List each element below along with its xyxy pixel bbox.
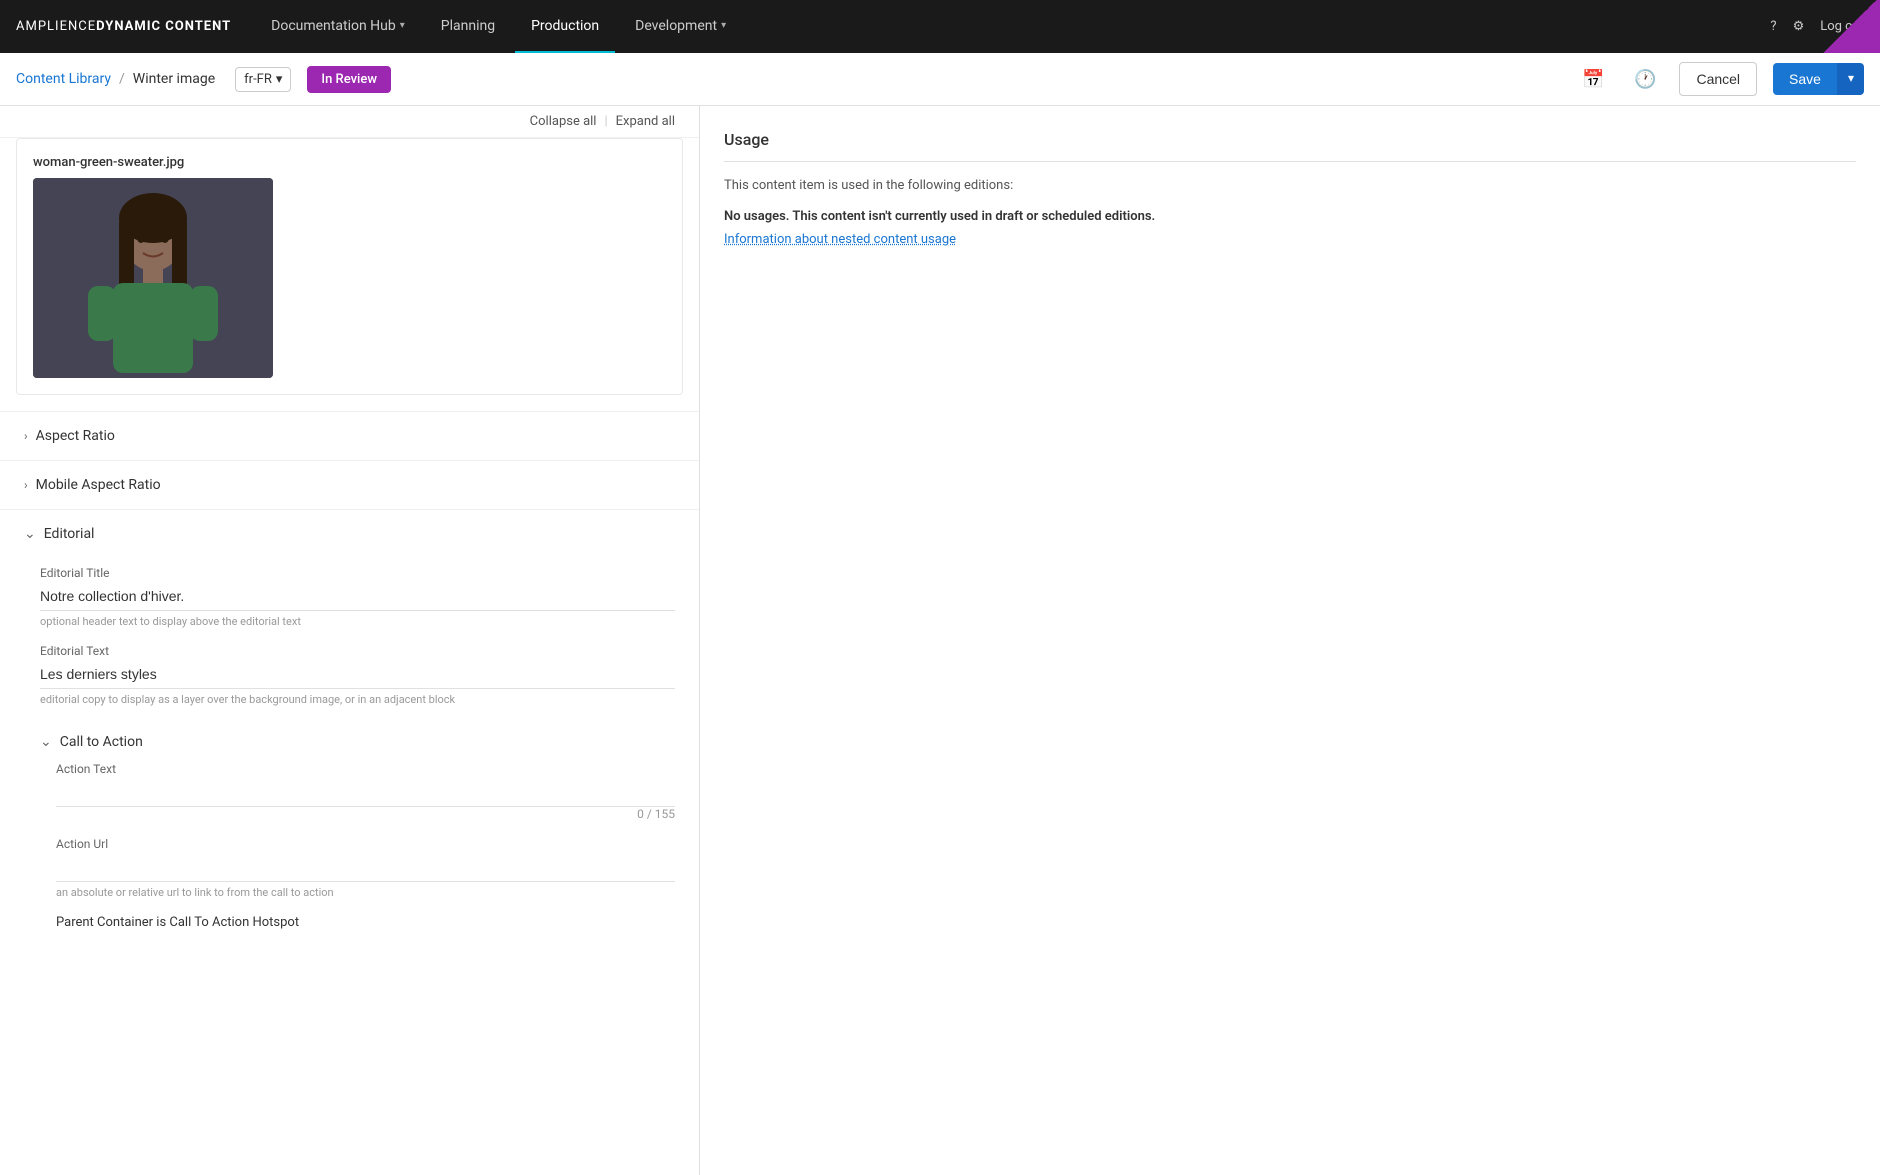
action-text-input[interactable]	[56, 780, 675, 807]
parent-container-label: Parent Container is Call To Action Hotsp…	[56, 915, 675, 930]
no-usage-text: No usages. This content isn't currently …	[724, 209, 1856, 224]
save-button[interactable]: Save	[1773, 63, 1837, 95]
usage-title: Usage	[724, 130, 1856, 162]
nav-item-documentation-hub[interactable]: Documentation Hub ▾	[255, 0, 421, 53]
accordion-editorial-header[interactable]: ⌄ Editorial	[0, 510, 699, 558]
accordion-cta-label: Call to Action	[60, 734, 143, 750]
image-svg	[33, 178, 273, 378]
editorial-title-group: Editorial Title optional header text to …	[40, 566, 675, 628]
cancel-button[interactable]: Cancel	[1679, 62, 1757, 96]
collapse-all-button[interactable]: Collapse all	[530, 114, 597, 129]
editorial-text-hint: editorial copy to display as a layer ove…	[40, 693, 675, 706]
brand-logo: AMPLIENCE DYNAMIC CONTENT	[16, 19, 231, 34]
history-icon[interactable]: 🕐	[1627, 61, 1663, 97]
chevron-down-icon-cta: ⌄	[40, 734, 52, 750]
accordion-mobile-aspect-ratio: › Mobile Aspect Ratio	[0, 460, 699, 509]
accordion-cta: ⌄ Call to Action Action Text 0 / 155	[40, 722, 675, 930]
accordion-mobile-aspect-ratio-label: Mobile Aspect Ratio	[36, 477, 161, 493]
content-toolbar: Collapse all | Expand all	[0, 106, 699, 138]
top-navigation: AMPLIENCE DYNAMIC CONTENT Documentation …	[0, 0, 1880, 53]
nav-item-development[interactable]: Development ▾	[619, 0, 742, 53]
left-panel: Collapse all | Expand all woman-green-sw…	[0, 106, 700, 1175]
editorial-title-hint: optional header text to display above th…	[40, 615, 675, 628]
info-link[interactable]: Information about nested content usage	[724, 232, 1856, 247]
action-text-group: Action Text 0 / 155	[56, 762, 675, 821]
action-url-hint: an absolute or relative url to link to f…	[56, 886, 675, 899]
brand-amplience: AMPLIENCE	[16, 19, 96, 34]
usage-description: This content item is used in the followi…	[724, 178, 1856, 193]
right-panel: Usage This content item is used in the f…	[700, 106, 1880, 1175]
brand-dynamic-content: DYNAMIC CONTENT	[96, 19, 231, 34]
expand-all-button[interactable]: Expand all	[616, 114, 675, 129]
action-url-group: Action Url an absolute or relative url t…	[56, 837, 675, 899]
help-icon[interactable]: ?	[1770, 19, 1776, 34]
image-filename: woman-green-sweater.jpg	[33, 155, 666, 170]
accordion-aspect-ratio-label: Aspect Ratio	[36, 428, 115, 444]
breadcrumb-library[interactable]: Content Library	[16, 71, 111, 87]
nav-item-planning-label: Planning	[441, 18, 495, 34]
accordion-editorial: ⌄ Editorial Editorial Title optional hea…	[0, 509, 699, 962]
nav-item-development-label: Development	[635, 18, 717, 34]
nav-item-documentation-hub-label: Documentation Hub	[271, 18, 396, 34]
cta-content: Action Text 0 / 155 Action Url an absolu…	[40, 762, 675, 930]
status-badge[interactable]: In Review	[307, 66, 391, 93]
save-dropdown-arrow[interactable]: ▾	[1837, 63, 1864, 95]
action-url-label: Action Url	[56, 837, 675, 851]
image-card: woman-green-sweater.jpg	[16, 138, 683, 395]
action-text-label: Action Text	[56, 762, 675, 776]
chevron-right-icon-aspect: ›	[24, 429, 28, 443]
calendar-icon[interactable]: 📅	[1575, 61, 1611, 97]
accordion-editorial-label: Editorial	[44, 526, 95, 542]
chevron-down-icon-dev: ▾	[721, 20, 726, 31]
chevron-down-icon-lang: ▾	[276, 72, 283, 87]
editorial-title-input[interactable]	[40, 584, 675, 611]
breadcrumb-right-actions: 📅 🕐 Cancel Save ▾	[1575, 61, 1864, 97]
editorial-text-input[interactable]	[40, 662, 675, 689]
action-text-char-count: 0 / 155	[56, 807, 675, 821]
chevron-right-icon-mobile: ›	[24, 478, 28, 492]
toolbar-separator: |	[604, 114, 607, 129]
chevron-down-icon: ▾	[400, 20, 405, 31]
language-selector[interactable]: fr-FR ▾	[235, 67, 291, 92]
main-layout: Collapse all | Expand all woman-green-sw…	[0, 106, 1880, 1175]
char-count-display: 0 / 155	[637, 807, 675, 821]
editorial-content: Editorial Title optional header text to …	[0, 558, 699, 962]
editorial-text-group: Editorial Text editorial copy to display…	[40, 644, 675, 706]
parent-container-group: Parent Container is Call To Action Hotsp…	[56, 915, 675, 930]
save-group: Save ▾	[1773, 63, 1864, 95]
editorial-text-label: Editorial Text	[40, 644, 675, 658]
accordion-aspect-ratio-header[interactable]: › Aspect Ratio	[0, 412, 699, 460]
nav-item-planning[interactable]: Planning	[425, 0, 511, 53]
accordion-aspect-ratio: › Aspect Ratio	[0, 411, 699, 460]
nav-item-production-label: Production	[531, 18, 599, 34]
editorial-title-label: Editorial Title	[40, 566, 675, 580]
chevron-down-icon-editorial: ⌄	[24, 526, 36, 542]
language-value: fr-FR	[244, 72, 272, 87]
nav-corner-decoration	[1820, 0, 1880, 53]
breadcrumb-separator: /	[119, 71, 125, 87]
settings-icon[interactable]: ⚙	[1793, 19, 1805, 34]
image-preview	[33, 178, 273, 378]
breadcrumb-current-item: Winter image	[133, 71, 215, 87]
accordion-mobile-aspect-ratio-header[interactable]: › Mobile Aspect Ratio	[0, 461, 699, 509]
nav-item-production[interactable]: Production	[515, 0, 615, 53]
action-url-input[interactable]	[56, 855, 675, 882]
nav-items: Documentation Hub ▾ Planning Production …	[255, 0, 1770, 53]
breadcrumb-bar: Content Library / Winter image fr-FR ▾ I…	[0, 53, 1880, 106]
accordion-cta-header[interactable]: ⌄ Call to Action	[40, 722, 675, 762]
